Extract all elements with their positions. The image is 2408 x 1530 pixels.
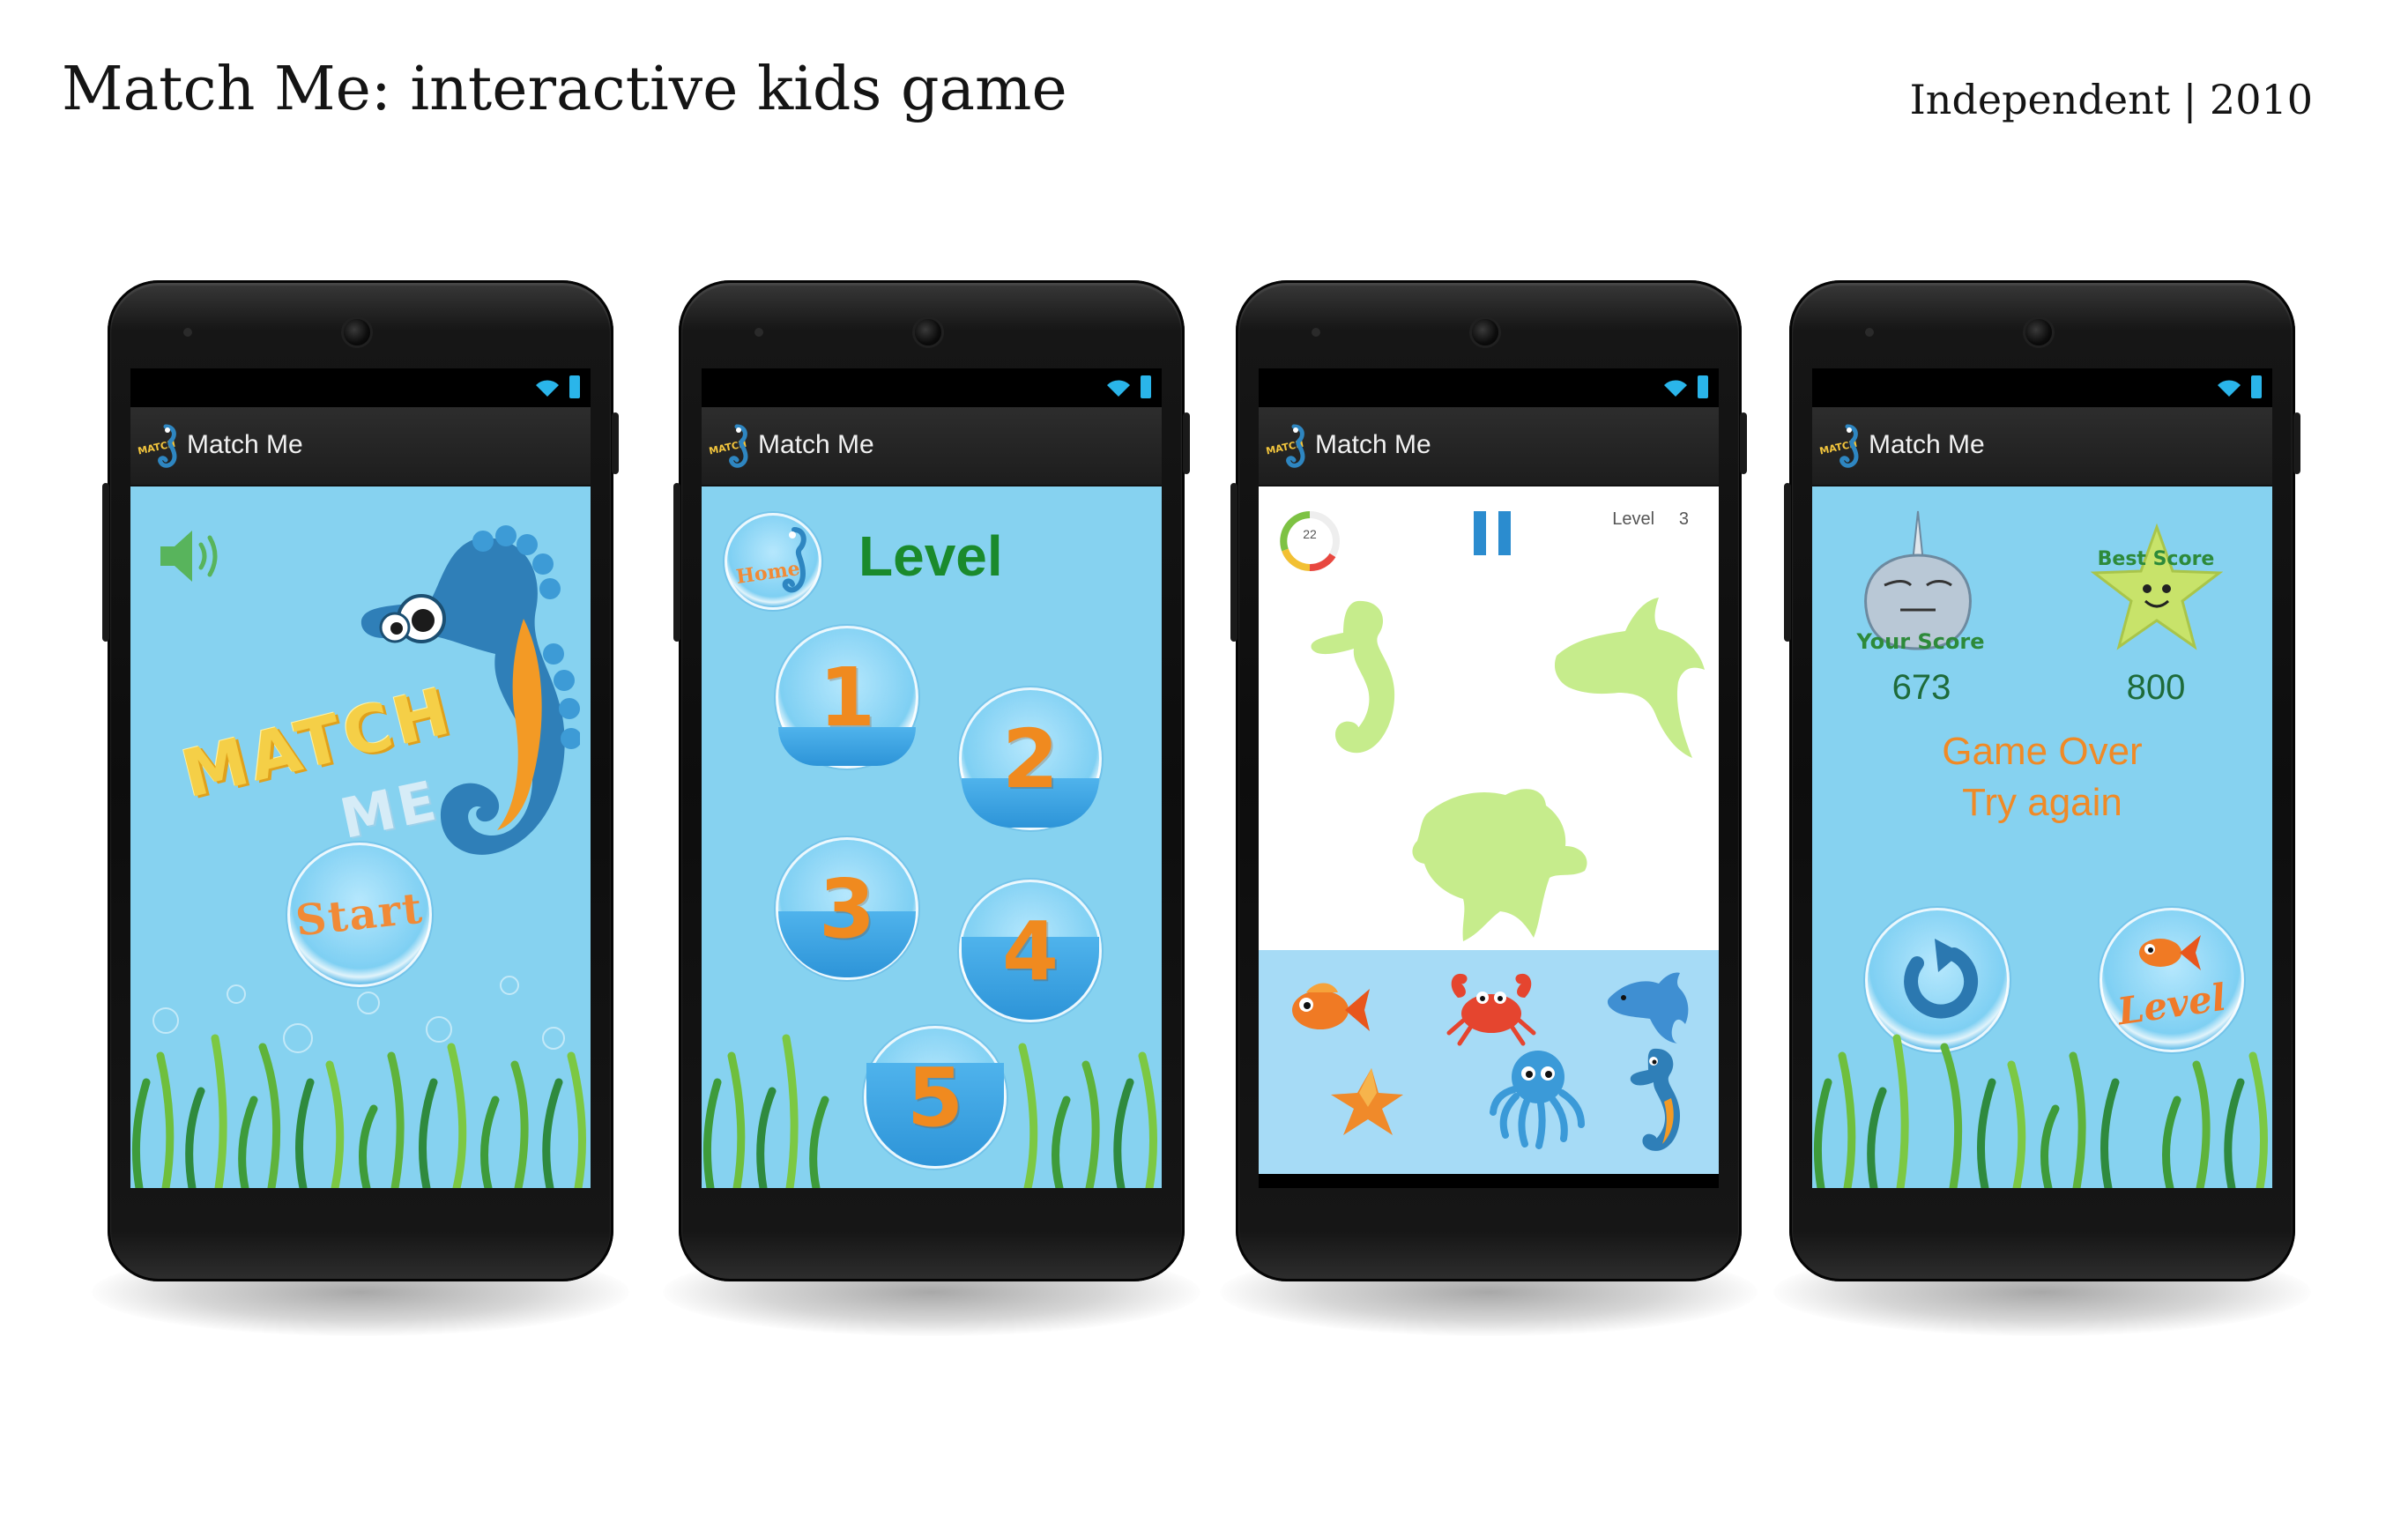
proximity-sensor: [754, 328, 763, 337]
seahorse-logo-icon[interactable]: MATCH: [136, 421, 182, 471]
seaweed-decoration: [131, 976, 586, 1188]
action-bar: MATCH Match Me: [702, 407, 1162, 486]
battery-icon: [2251, 375, 2262, 398]
seaweed-decoration: [1813, 1034, 2268, 1188]
dolphin-silhouette[interactable]: [1550, 590, 1708, 776]
phone-game-over: MATCH Match Me Your Score Best Score 673…: [1773, 280, 2311, 1336]
level-number: 2: [1001, 711, 1059, 806]
crab-tile[interactable]: [1446, 962, 1537, 1047]
page-title: Match Me: interactive kids game: [62, 55, 1067, 124]
volume-button: [1230, 483, 1237, 642]
front-camera: [1472, 319, 1498, 345]
best-score-label: Best Score: [2097, 548, 2215, 570]
volume-button: [1784, 483, 1791, 642]
app-name: Match Me: [758, 430, 874, 459]
timer-value: 22: [1303, 527, 1317, 541]
battery-icon: [569, 375, 580, 398]
octopus-tile[interactable]: [1490, 1044, 1587, 1149]
wifi-icon: [536, 380, 559, 397]
phone-game: MATCH Match Me 22 Level 3: [1220, 280, 1758, 1336]
power-button: [1740, 412, 1747, 474]
battery-icon: [1141, 375, 1151, 398]
turtle-silhouette[interactable]: [1408, 779, 1594, 947]
seahorse-silhouette[interactable]: [1304, 596, 1419, 772]
game-over-line: Game Over: [1942, 730, 2143, 773]
proximity-sensor: [1312, 328, 1320, 337]
wifi-icon: [1664, 380, 1687, 397]
status-bar: [130, 368, 591, 407]
starfish-tile[interactable]: [1327, 1065, 1407, 1139]
home-button[interactable]: Home: [725, 513, 821, 610]
animal-tray: [1259, 950, 1719, 1174]
game-over-content: Your Score Best Score 673 800 Game Over …: [1812, 486, 2272, 1188]
wifi-icon: [2218, 380, 2241, 397]
game-over-message: Game Over Try again: [1812, 726, 2272, 828]
your-score-value: 673: [1891, 668, 1951, 707]
level-button-2[interactable]: 2: [959, 687, 1102, 830]
splash-content: MATCH ME Start: [130, 486, 591, 1188]
speaker-icon[interactable]: [157, 525, 222, 587]
action-bar: MATCH Match Me: [130, 407, 591, 486]
level-value: 3: [1678, 509, 1689, 529]
screen: MATCH Match Me MATCH ME Start: [130, 368, 591, 1188]
volume-button: [673, 483, 680, 642]
seahorse-tile[interactable]: [1627, 1045, 1689, 1158]
your-score-label: Your Score: [1856, 629, 1985, 654]
action-bar: MATCH Match Me: [1812, 407, 2272, 486]
power-button: [1183, 412, 1190, 474]
level-indicator: Level 3: [1612, 509, 1689, 530]
level-number: 3: [818, 861, 875, 956]
proximity-sensor: [183, 328, 192, 337]
front-camera: [2025, 319, 2052, 345]
level-number: 1: [818, 650, 875, 745]
levels-content: Home Level 1 2 3 4 5: [702, 486, 1162, 1188]
game-area: 22 Level 3: [1259, 486, 1719, 950]
seahorse-logo-icon[interactable]: MATCH: [1264, 421, 1310, 471]
wifi-icon: [1107, 380, 1130, 397]
screen: MATCH Match Me Your Score Best Score 673…: [1812, 368, 2272, 1188]
best-score-value: 800: [2126, 668, 2186, 707]
screen-bottom-bezel: [1259, 1174, 1719, 1188]
status-bar: [1812, 368, 2272, 407]
status-bar: [1259, 368, 1719, 407]
power-button: [612, 412, 619, 474]
phone-levels: MATCH Match Me Home Level 1 2 3 4 5: [663, 280, 1200, 1336]
status-bar: [702, 368, 1162, 407]
proximity-sensor: [1865, 328, 1874, 337]
phone-splash: MATCH Match Me MATCH ME Start: [92, 280, 629, 1336]
level-label: Level: [1612, 509, 1655, 529]
goldfish-tile[interactable]: [1280, 977, 1371, 1044]
seaweed-decoration: [702, 1034, 1157, 1188]
seahorse-icon: [782, 527, 806, 593]
seahorse-logo-icon[interactable]: MATCH: [1817, 421, 1863, 471]
page-meta: Independent | 2010: [1909, 76, 2313, 123]
dolphin-tile[interactable]: [1604, 968, 1692, 1045]
seahorse-logo-icon[interactable]: MATCH: [707, 421, 753, 471]
action-bar: MATCH Match Me: [1259, 407, 1719, 486]
screen: MATCH Match Me Home Level 1 2 3 4 5: [702, 368, 1162, 1188]
battery-icon: [1698, 375, 1708, 398]
front-camera: [344, 319, 370, 345]
level-button-1[interactable]: 1: [776, 626, 918, 769]
pause-icon[interactable]: [1472, 509, 1512, 557]
power-button: [2293, 412, 2300, 474]
app-name: Match Me: [1315, 430, 1431, 459]
timer-ring: [1280, 511, 1340, 571]
level-title: Level: [858, 524, 1003, 588]
front-camera: [915, 319, 941, 345]
volume-button: [102, 483, 109, 642]
app-name: Match Me: [187, 430, 303, 459]
app-name: Match Me: [1869, 430, 1985, 459]
screen: MATCH Match Me 22 Level 3: [1259, 368, 1719, 1188]
try-again-line: Try again: [1962, 781, 2122, 824]
star-icon: [2091, 523, 2223, 650]
